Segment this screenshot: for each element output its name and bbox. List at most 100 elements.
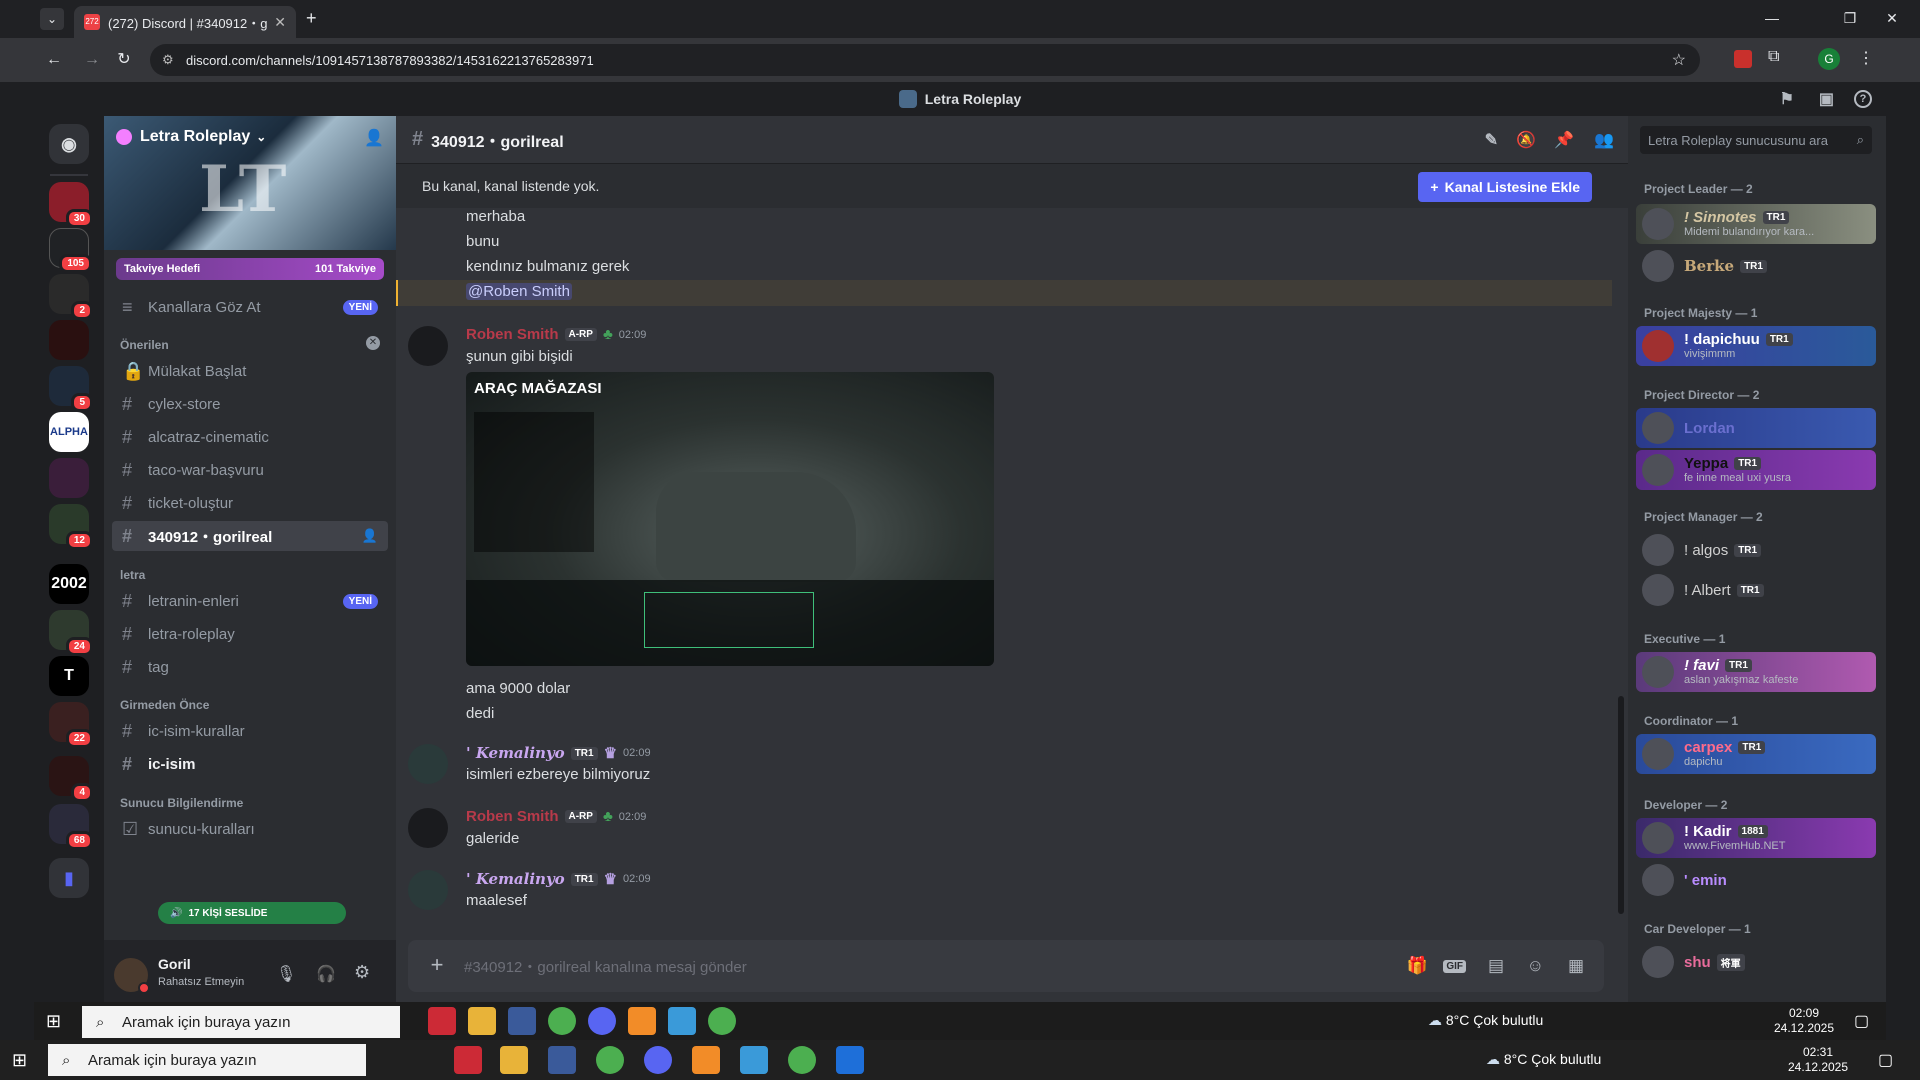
channel-item-active[interactable]: #340912・gorilreal 👤 [112,521,388,551]
file-explorer-icon[interactable] [468,1007,496,1035]
file-explorer-icon[interactable] [500,1046,528,1074]
notification-icon[interactable]: ▢ [1878,1050,1893,1070]
member-item[interactable]: Berke TR1 [1636,246,1876,286]
member-item[interactable]: Yeppa TR1 fe inne meal uxi yusra [1636,450,1876,490]
server-name[interactable]: Letra Roleplay [140,128,250,146]
sticker-icon[interactable]: ▤ [1488,956,1504,976]
image-attachment[interactable]: ARAÇ MAĞAZASI [466,372,994,666]
close-window-icon[interactable]: ✕ [1872,4,1912,32]
member-item[interactable]: ! dapichuu TR1 vivişimmm [1636,326,1876,366]
author-name[interactable]: ' Kemalinyo [466,744,565,762]
system-clock[interactable]: 02:09 24.12.2025 [1764,1006,1844,1036]
member-item[interactable]: ' emin [1636,860,1876,900]
browser-menu-icon[interactable]: ⋮ [1858,48,1874,68]
add-to-channel-list-button[interactable]: + Kanal Listesine Ekle [1418,172,1592,202]
message-author[interactable]: Roben Smith A-RP ♣ 02:09 [466,808,646,825]
headphones-icon[interactable]: 🎧 [316,964,336,984]
message-author[interactable]: Roben Smith A-RP ♣ 02:09 [466,326,646,343]
inbox-icon[interactable]: ▣ [1819,89,1834,109]
app-icon[interactable] [668,1007,696,1035]
category-before[interactable]: Girmeden Önce [120,698,209,712]
avatar[interactable] [408,870,448,910]
chrome-icon[interactable] [708,1007,736,1035]
server-icon[interactable]: 105 [49,228,92,273]
mute-bell-icon[interactable]: 🔕 [1516,130,1536,150]
back-icon[interactable]: ← [42,48,66,72]
extensions-puzzle-icon[interactable]: ⧉ [1768,48,1779,66]
app-icon[interactable] [836,1046,864,1074]
close-icon[interactable]: ✕ [366,336,380,350]
chrome-icon[interactable] [788,1046,816,1074]
member-item[interactable]: ! favi TR1 aslan yakışmaz kafeste [1636,652,1876,692]
server-folder[interactable]: 22 [49,702,93,748]
minimize-icon[interactable]: — [1752,4,1792,32]
server-folder[interactable]: 12 [49,504,93,550]
server-t[interactable]: T [49,656,89,696]
discord-icon[interactable] [644,1046,672,1074]
member-item[interactable]: carpex TR1 dapichu [1636,734,1876,774]
server-folder[interactable]: 24 [49,610,93,656]
server-folder[interactable] [49,458,89,498]
server-icon[interactable]: 2 [49,274,93,320]
discord-home-icon[interactable]: ◉ [49,124,89,164]
app-icon[interactable] [428,1007,456,1035]
server-icon[interactable]: 30 [49,182,93,228]
browse-channels[interactable]: ≡ Kanallara Göz At YENİ [112,292,388,322]
server-search-input[interactable]: Letra Roleplay sunucusunu ara ⌕ [1640,126,1872,154]
server-alpha[interactable]: ALPHA [49,412,89,452]
app-icon[interactable] [740,1046,768,1074]
help-icon[interactable]: ? [1854,90,1872,108]
boost-goal-bar[interactable]: Takviye Hedefi 101 Takviye [116,258,384,280]
avatar[interactable] [408,744,448,784]
weather-widget[interactable]: ☁ 8°C Çok bulutlu [1486,1051,1601,1068]
channel-item[interactable]: # letranin-enleri YENİ [112,586,388,616]
author-name[interactable]: ' Kemalinyo [466,870,565,888]
message-author[interactable]: ' Kemalinyo TR1 ♛ 02:09 [466,870,651,888]
windows-start-icon[interactable]: ⊞ [12,1050,27,1071]
message-author[interactable]: ' Kemalinyo TR1 ♛ 02:09 [466,744,651,762]
tab-search-button[interactable]: ⌄ [40,8,64,30]
profile-avatar[interactable]: G [1818,48,1840,70]
invite-icon[interactable]: 👤 [362,528,378,544]
category-suggested[interactable]: Önerilen [120,338,169,352]
folder-icon[interactable]: ▮ [49,858,89,898]
channel-item[interactable]: # cylex-store [112,389,388,419]
member-item[interactable]: Lordan [1636,408,1876,448]
app-icon[interactable] [692,1046,720,1074]
message-input[interactable]: + #340912・gorilreal kanalına mesaj gönde… [408,940,1604,992]
store-icon[interactable] [508,1007,536,1035]
channel-item[interactable]: # taco-war-başvuru [112,455,388,485]
restore-icon[interactable]: ❐ [1830,4,1870,32]
member-item[interactable]: ! Albert TR1 [1636,570,1876,610]
member-item[interactable]: ! Kadir 1881 www.FivemHub.NET [1636,818,1876,858]
channel-item[interactable]: # tag [112,652,388,682]
chrome-icon[interactable] [596,1046,624,1074]
app-icon[interactable] [628,1007,656,1035]
voice-activity-bar[interactable]: 🔊 17 KİŞİ SESLİDE [158,902,346,924]
threads-icon[interactable]: ✎ [1485,130,1498,150]
close-tab-icon[interactable]: ✕ [274,14,286,31]
member-item[interactable]: shu 将軍 [1636,942,1876,982]
author-name[interactable]: Roben Smith [466,808,559,825]
microphone-icon[interactable]: 🎙 [276,964,296,984]
chrome-icon[interactable] [548,1007,576,1035]
app-icon[interactable] [454,1046,482,1074]
discord-icon[interactable] [588,1007,616,1035]
apps-icon[interactable]: ▦ [1568,956,1584,976]
server-icon[interactable]: 4 [49,756,93,802]
server-folder[interactable]: 68 [49,804,93,850]
pin-icon[interactable]: 📌 [1554,130,1574,150]
new-tab-icon[interactable]: + [306,8,317,29]
avatar[interactable] [408,326,448,366]
reload-icon[interactable]: ↻ [112,48,136,72]
gif-icon[interactable]: GIF [1443,959,1466,973]
category-info[interactable]: Sunucu Bilgilendirme [120,796,243,810]
channel-item[interactable]: # alcatraz-cinematic [112,422,388,452]
category-letra[interactable]: letra [120,568,145,582]
windows-start-icon[interactable]: ⊞ [46,1011,61,1032]
notification-icon[interactable]: ▢ [1854,1011,1869,1031]
system-clock[interactable]: 02:31 24.12.2025 [1778,1045,1858,1075]
bookmark-star-icon[interactable]: ☆ [1672,50,1686,70]
store-icon[interactable] [548,1046,576,1074]
server-2002[interactable]: 2002 [49,564,89,604]
